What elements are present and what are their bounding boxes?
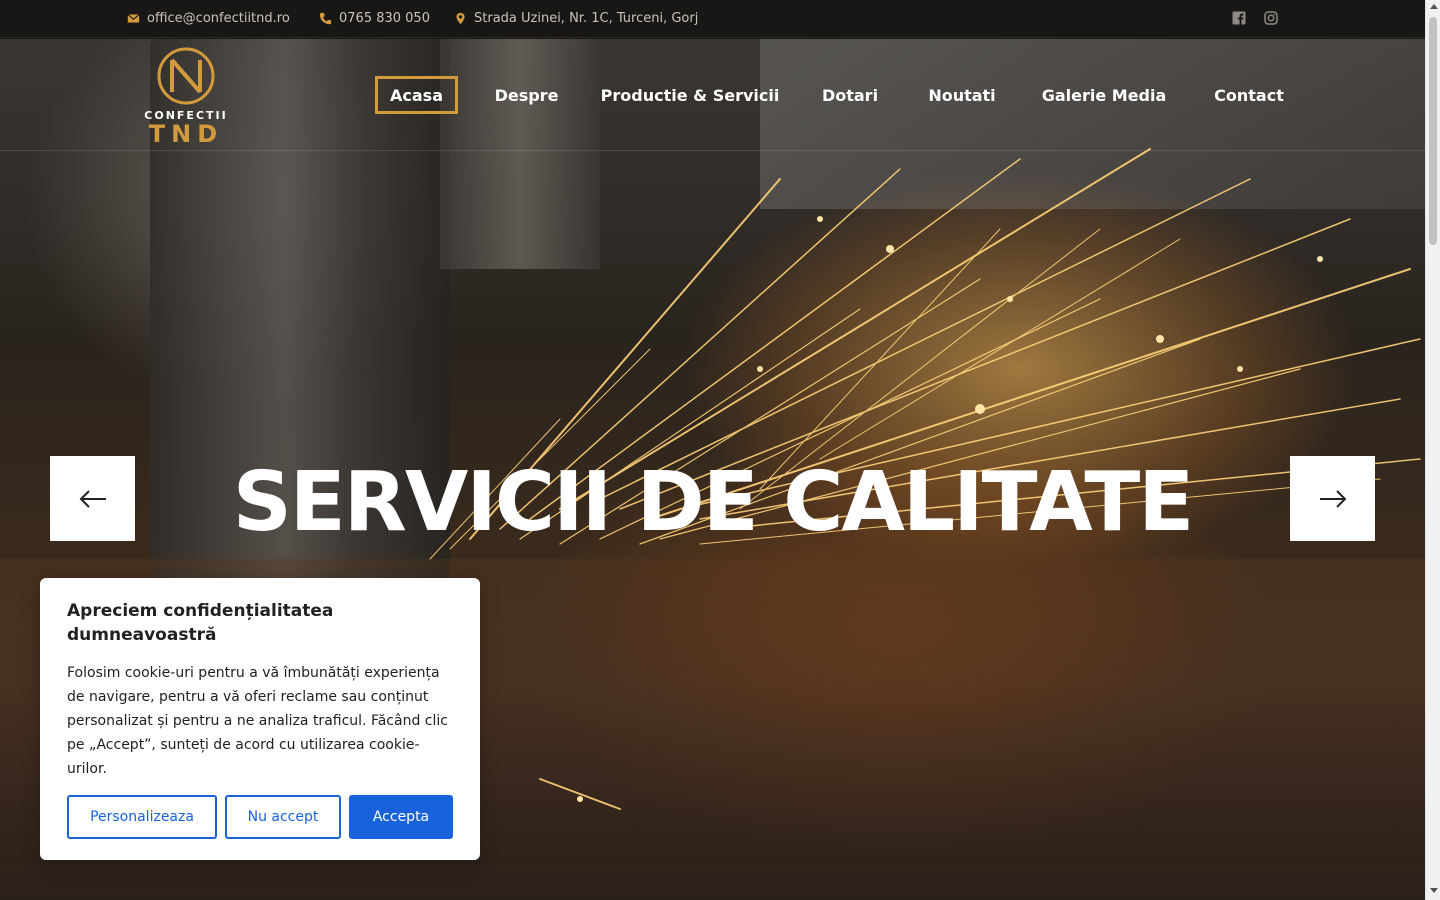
slider-prev-button[interactable] xyxy=(50,456,135,541)
contact-address[interactable]: Strada Uzinei, Nr. 1C, Turceni, Gorj xyxy=(454,11,698,26)
cookie-consent-banner: Apreciem confidențialitatea dumneavoastr… xyxy=(40,578,480,860)
arrow-left-icon xyxy=(79,489,106,508)
nav-item-acasa[interactable]: Acasa xyxy=(375,76,458,114)
header-divider xyxy=(0,150,1425,151)
logo[interactable]: CONFECTII TND xyxy=(134,46,238,144)
slider-next-button[interactable] xyxy=(1290,456,1375,541)
cookie-description: Folosim cookie-uri pentru a vă îmbunătăț… xyxy=(67,665,448,777)
contact-email[interactable]: office@confectiitnd.ro xyxy=(127,11,290,26)
page-scrollbar[interactable] xyxy=(1425,0,1440,900)
nav-item-galerie-media[interactable]: Galerie Media xyxy=(1038,76,1170,114)
cookie-accept-button[interactable]: Accepta xyxy=(349,795,453,839)
nav-item-noutati[interactable]: Noutati xyxy=(921,76,1003,114)
phone-icon xyxy=(319,12,332,25)
top-info-bar: office@confectiitnd.ro 0765 830 050 Stra… xyxy=(0,0,1425,38)
cookie-reject-button[interactable]: Nu accept xyxy=(225,795,341,839)
contact-phone[interactable]: 0765 830 050 xyxy=(319,11,430,26)
hero-title: SERVICII DE CALITATE xyxy=(232,454,1195,550)
map-pin-icon xyxy=(456,12,465,25)
phone-text: 0765 830 050 xyxy=(339,11,430,26)
nav-item-dotari[interactable]: Dotari xyxy=(815,76,885,114)
scroll-thumb[interactable] xyxy=(1429,17,1437,245)
scroll-up-icon[interactable] xyxy=(1430,4,1438,9)
nav-item-productie-servicii[interactable]: Productie & Servicii xyxy=(600,76,780,114)
email-text: office@confectiitnd.ro xyxy=(147,11,290,26)
cookie-title: Apreciem confidențialitatea dumneavoastr… xyxy=(67,601,334,645)
logo-text-line2: TND xyxy=(149,120,223,144)
envelope-icon xyxy=(127,14,140,23)
arrow-right-icon xyxy=(1319,489,1346,508)
nav-item-despre[interactable]: Despre xyxy=(488,76,565,114)
cookie-customize-button[interactable]: Personalizeaza xyxy=(67,795,217,839)
address-text: Strada Uzinei, Nr. 1C, Turceni, Gorj xyxy=(474,11,699,26)
facebook-icon[interactable] xyxy=(1232,11,1246,25)
scroll-down-icon[interactable] xyxy=(1430,888,1438,893)
nav-item-contact[interactable]: Contact xyxy=(1206,76,1292,114)
instagram-icon[interactable] xyxy=(1264,11,1278,25)
